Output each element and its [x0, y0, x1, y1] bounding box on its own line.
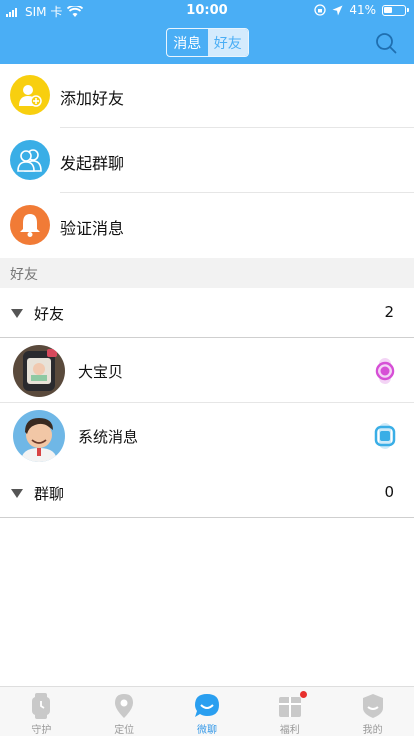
- start-group-chat-row[interactable]: 发起群聊: [0, 129, 414, 193]
- tab-label: 定位: [114, 725, 135, 736]
- add-friend-icon: [10, 75, 50, 115]
- collapse-triangle-icon: [11, 309, 23, 318]
- group-count: 2: [384, 303, 394, 321]
- tab-welfare[interactable]: 福利: [248, 687, 331, 736]
- divider: [60, 127, 414, 128]
- section-header-friends: 好友: [0, 258, 414, 288]
- bell-icon: [10, 205, 50, 245]
- group-friends[interactable]: 好友 2: [0, 288, 414, 338]
- tab-guard[interactable]: 守护: [0, 687, 83, 736]
- watch-device-icon[interactable]: [374, 358, 396, 384]
- tab-label: 微聊: [196, 725, 217, 736]
- section-title: 好友: [10, 267, 38, 283]
- tab-chat[interactable]: 微聊: [166, 687, 249, 736]
- battery-percent: 41%: [349, 3, 376, 17]
- verification-messages-label: 验证消息: [60, 219, 125, 238]
- avatar: [13, 410, 65, 462]
- add-friend-row[interactable]: 添加好友: [0, 64, 414, 128]
- status-bar: SIM 卡 10:00 41%: [0, 0, 414, 22]
- avatar: [13, 345, 65, 397]
- group-count: 0: [384, 483, 394, 501]
- watch-icon: [28, 692, 54, 720]
- tab-label: 守护: [31, 725, 52, 736]
- start-group-chat-label: 发起群聊: [60, 154, 125, 173]
- location-pin-icon: [111, 692, 137, 720]
- rotation-lock-icon: [314, 4, 326, 16]
- tab-label: 福利: [279, 725, 300, 736]
- divider: [0, 517, 414, 518]
- add-friend-label: 添加好友: [60, 89, 125, 108]
- contact-row[interactable]: 系统消息: [0, 403, 414, 468]
- group-name: 群聊: [34, 485, 65, 503]
- tab-friends[interactable]: 好友: [207, 29, 248, 56]
- divider: [60, 192, 414, 193]
- tab-location[interactable]: 定位: [83, 687, 166, 736]
- tab-label: 我的: [362, 725, 383, 736]
- gift-bag-icon: [277, 691, 307, 720]
- group-name: 好友: [34, 305, 65, 323]
- tab-mine[interactable]: 我的: [331, 687, 414, 736]
- group-chat-icon: [10, 140, 50, 180]
- location-arrow-icon: [332, 5, 343, 15]
- search-icon[interactable]: [374, 31, 398, 55]
- message-friend-switch: 消息 好友: [166, 28, 249, 57]
- contact-name: 系统消息: [78, 428, 139, 446]
- battery-icon: [382, 4, 409, 16]
- tab-messages[interactable]: 消息: [167, 29, 208, 56]
- profile-shield-icon: [360, 692, 386, 720]
- collapse-triangle-icon: [11, 489, 23, 498]
- status-right: 41%: [314, 3, 409, 17]
- header-bar: SIM 卡 10:00 41% 消息 好友: [0, 0, 414, 64]
- watch-device-icon[interactable]: [374, 423, 396, 449]
- notification-dot: [299, 691, 307, 698]
- chat-bubble-icon: [194, 692, 220, 720]
- contact-row[interactable]: 大宝贝: [0, 338, 414, 403]
- group-chats[interactable]: 群聊 0: [0, 468, 414, 518]
- contact-name: 大宝贝: [78, 363, 124, 381]
- bottom-tab-bar: 守护 定位 微聊 福利 我的: [0, 686, 414, 736]
- verification-messages-row[interactable]: 验证消息: [0, 194, 414, 258]
